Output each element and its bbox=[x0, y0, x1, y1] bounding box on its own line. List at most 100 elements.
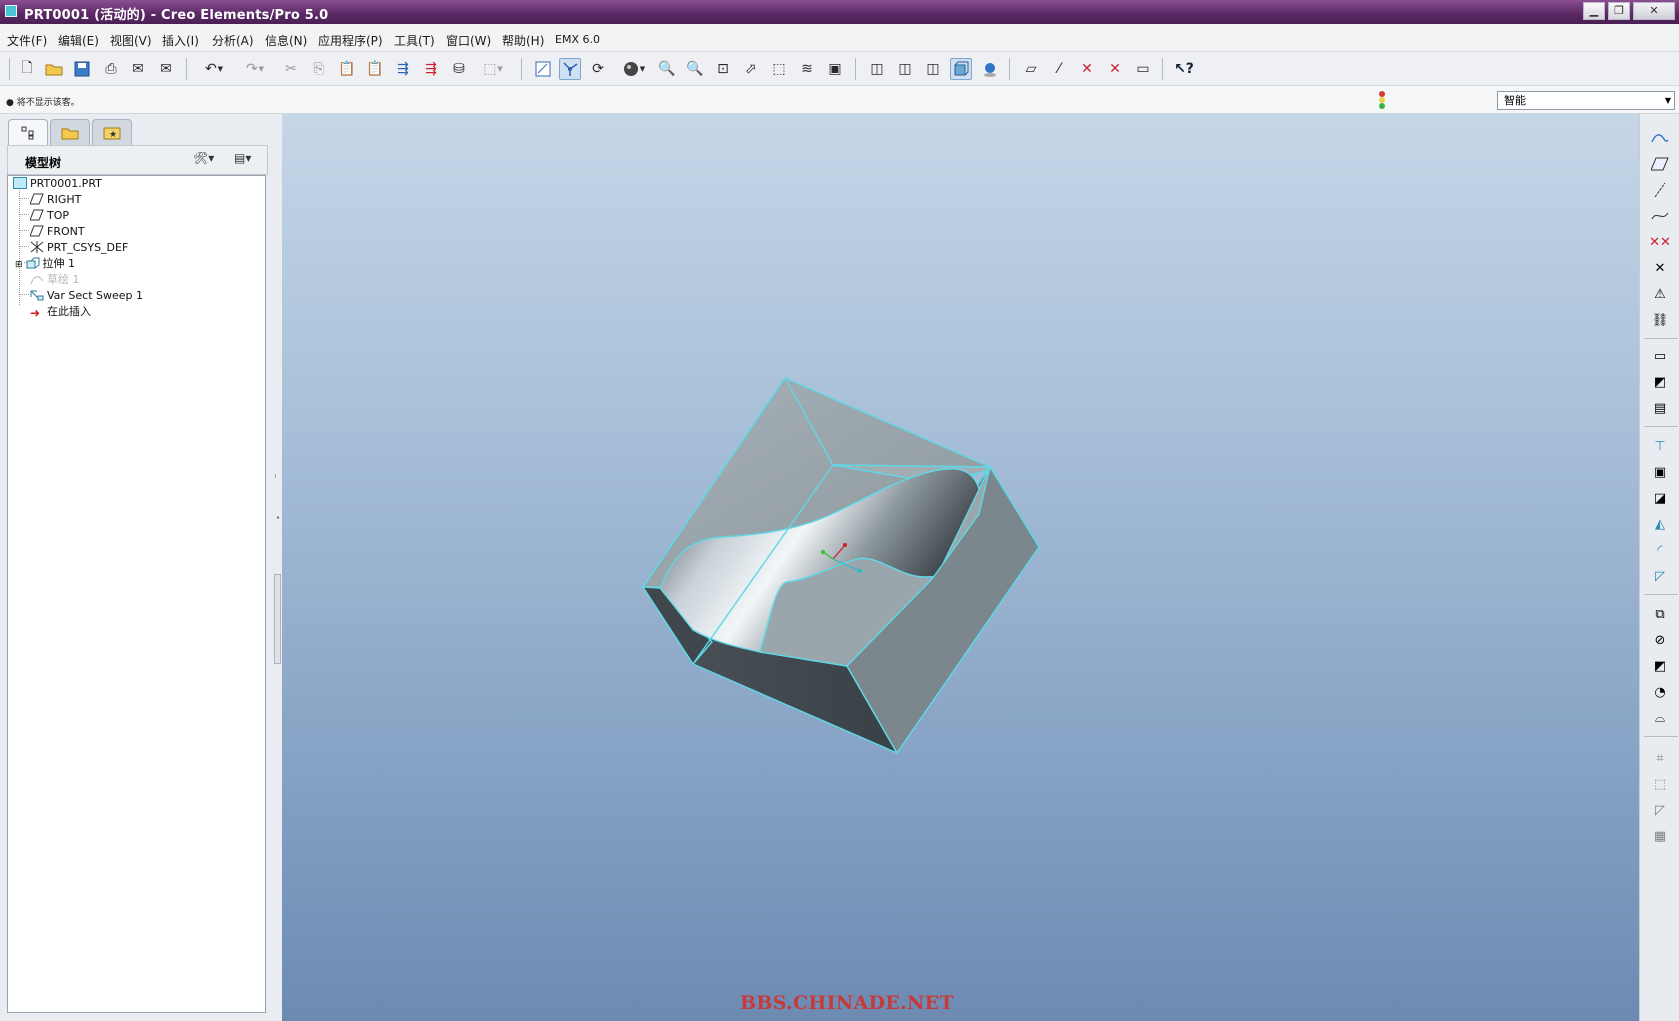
enhanced-realism-icon[interactable] bbox=[979, 58, 1001, 80]
selection-filter-select[interactable]: 智能 ▼ bbox=[1497, 91, 1675, 110]
appearance-icon[interactable]: ▼ bbox=[616, 58, 652, 80]
wireframe-icon[interactable]: ◫ bbox=[866, 58, 888, 80]
navigator-panel: ★ 模型树 🛠▾ ▤▾ PRT0001.PRT RIGHT TOP FRONT … bbox=[0, 114, 281, 1021]
refit-icon[interactable]: ⊡ bbox=[712, 58, 734, 80]
cut-icon[interactable]: ✂ bbox=[280, 58, 302, 80]
redo-icon[interactable]: ↷ ▼ bbox=[238, 58, 272, 80]
extend-tool-icon[interactable]: ⬚ bbox=[1649, 773, 1671, 795]
sweep-tool-icon[interactable]: ▤ bbox=[1649, 397, 1671, 419]
hidden-line-icon[interactable]: ◫ bbox=[894, 58, 916, 80]
find-icon[interactable]: ⛁ bbox=[448, 58, 470, 80]
extrude-tool-icon[interactable]: ▭ bbox=[1649, 345, 1671, 367]
menu-view[interactable]: 视图(V) bbox=[110, 32, 152, 49]
paste-icon[interactable]: 📋 bbox=[336, 58, 358, 80]
tree-item-right[interactable]: RIGHT bbox=[29, 193, 81, 207]
copy-icon[interactable]: ⎘ bbox=[308, 58, 330, 80]
panel-splitter[interactable]: • bbox=[274, 474, 282, 664]
tree-item-extrude[interactable]: ⊞ 拉伸 1 bbox=[15, 257, 75, 271]
tree-item-front[interactable]: FRONT bbox=[29, 225, 85, 239]
analysis-feature-icon[interactable]: ⚠ bbox=[1649, 283, 1671, 305]
saved-views-icon[interactable]: ⬚ bbox=[768, 58, 790, 80]
tree-item-top[interactable]: TOP bbox=[29, 209, 69, 223]
offset-tool-icon[interactable]: ◸ bbox=[1649, 799, 1671, 821]
csys-tool-icon[interactable]: ✕ bbox=[1649, 257, 1671, 279]
open-file-icon[interactable] bbox=[43, 58, 65, 80]
model-tree-tab[interactable] bbox=[8, 119, 48, 145]
no-hidden-icon[interactable]: ◫ bbox=[922, 58, 944, 80]
favorites-tab[interactable]: ★ bbox=[92, 119, 132, 145]
regenerate-icon[interactable]: ⇶ bbox=[392, 58, 414, 80]
spin-center-icon[interactable] bbox=[559, 58, 581, 80]
3d-model[interactable] bbox=[282, 114, 1639, 1021]
point-display-icon[interactable]: ✕ bbox=[1076, 58, 1098, 80]
paste-special-icon[interactable]: 📋 bbox=[364, 58, 386, 80]
menu-tools[interactable]: 工具(T) bbox=[394, 32, 435, 49]
shading-icon[interactable] bbox=[950, 58, 972, 80]
shell-tool-icon[interactable]: ▣ bbox=[1649, 461, 1671, 483]
graphics-window[interactable]: BBS.CHINADE.NET bbox=[282, 114, 1639, 1021]
datum-curve-tool-icon[interactable] bbox=[1649, 205, 1671, 227]
csys-display-icon[interactable]: ✕ bbox=[1104, 58, 1126, 80]
tree-settings-button[interactable]: 🛠▾ bbox=[193, 151, 214, 171]
menu-file[interactable]: 文件(F) bbox=[7, 32, 47, 49]
intersect-tool-icon[interactable]: ⌗ bbox=[1649, 747, 1671, 769]
menu-edit[interactable]: 编辑(E) bbox=[58, 32, 99, 49]
menu-window[interactable]: 窗口(W) bbox=[446, 32, 491, 49]
menu-applications[interactable]: 应用程序(P) bbox=[318, 32, 383, 49]
tree-item-var-sect-sweep[interactable]: Var Sect Sweep 1 bbox=[30, 289, 143, 303]
folder-browser-tab[interactable] bbox=[50, 119, 90, 145]
hole-tool-icon[interactable]: ⊤ bbox=[1649, 435, 1671, 457]
chamfer-tool-icon[interactable]: ◸ bbox=[1649, 565, 1671, 587]
datum-plane-tool-icon[interactable] bbox=[1649, 153, 1671, 175]
expand-icon[interactable]: ⊞ bbox=[15, 260, 23, 270]
round-tool-icon[interactable]: ◜ bbox=[1649, 539, 1671, 561]
layers-icon[interactable]: ≋ bbox=[796, 58, 818, 80]
thicken-tool-icon[interactable]: ▦ bbox=[1649, 825, 1671, 847]
reorient-icon[interactable]: ⬀ bbox=[740, 58, 762, 80]
tree-item-part[interactable]: PRT0001.PRT bbox=[13, 177, 102, 191]
minimize-button[interactable]: ▁ bbox=[1583, 2, 1605, 20]
zoom-in-icon[interactable]: 🔍 bbox=[656, 58, 678, 80]
pattern-chain-icon[interactable]: ⛓ bbox=[1649, 309, 1671, 331]
annotation-display-icon[interactable]: ▭ bbox=[1132, 58, 1154, 80]
draft-tool-icon[interactable]: ◭ bbox=[1649, 513, 1671, 535]
trim-tool-icon[interactable]: ◔ bbox=[1649, 681, 1671, 703]
pattern-tool-icon[interactable]: ⌓ bbox=[1649, 707, 1671, 729]
datum-plane-display-icon[interactable]: ▱ bbox=[1020, 58, 1042, 80]
undo-icon[interactable]: ↶ ▼ bbox=[197, 58, 231, 80]
tree-item-sketch[interactable]: 草绘 1 bbox=[30, 273, 80, 287]
chevron-down-icon: ▼ bbox=[1664, 96, 1671, 105]
send-mail-icon[interactable]: ✉ bbox=[127, 58, 149, 80]
sketch-tool-icon[interactable] bbox=[1649, 127, 1671, 149]
select-box-icon[interactable]: ⬚ ▼ bbox=[476, 58, 510, 80]
menu-emx[interactable]: EMX 6.0 bbox=[555, 33, 600, 46]
save-icon[interactable] bbox=[71, 58, 93, 80]
close-button[interactable]: ✕ bbox=[1633, 2, 1675, 20]
tree-item-csys[interactable]: PRT_CSYS_DEF bbox=[30, 241, 128, 255]
watermark-text: BBS.CHINADE.NET bbox=[740, 992, 954, 1014]
menu-analysis[interactable]: 分析(A) bbox=[212, 32, 254, 49]
menu-help[interactable]: 帮助(H) bbox=[502, 32, 544, 49]
datum-axis-display-icon[interactable]: ⁄ bbox=[1048, 58, 1070, 80]
datum-axis-tool-icon[interactable] bbox=[1649, 179, 1671, 201]
view-manager-icon[interactable]: ▣ bbox=[824, 58, 846, 80]
print-icon[interactable]: ⎙ bbox=[100, 58, 122, 80]
mirror-tool-icon[interactable]: ⊘ bbox=[1649, 629, 1671, 651]
new-file-icon[interactable]: 🗋 bbox=[16, 58, 38, 80]
context-help-icon[interactable]: ↖? bbox=[1173, 58, 1195, 80]
menu-insert[interactable]: 插入(I) bbox=[162, 32, 199, 49]
redraw-icon[interactable] bbox=[532, 58, 554, 80]
revolve-tool-icon[interactable]: ◩ bbox=[1649, 371, 1671, 393]
datum-point-tool-icon[interactable]: ✕✕ bbox=[1649, 231, 1671, 253]
copy-tool-icon[interactable]: ⧉ bbox=[1649, 603, 1671, 625]
rib-tool-icon[interactable]: ◪ bbox=[1649, 487, 1671, 509]
menu-info[interactable]: 信息(N) bbox=[265, 32, 307, 49]
tree-item-insert-here[interactable]: ➜ 在此插入 bbox=[30, 305, 91, 320]
zoom-out-icon[interactable]: 🔍 bbox=[684, 58, 706, 80]
restore-button[interactable]: ❐ bbox=[1608, 2, 1630, 20]
orient-mode-icon[interactable]: ⟳ bbox=[587, 58, 609, 80]
regen-manager-icon[interactable]: ⇶ bbox=[420, 58, 442, 80]
mail-attach-icon[interactable]: ✉ bbox=[155, 58, 177, 80]
merge-tool-icon[interactable]: ◩ bbox=[1649, 655, 1671, 677]
tree-columns-button[interactable]: ▤▾ bbox=[234, 151, 251, 171]
